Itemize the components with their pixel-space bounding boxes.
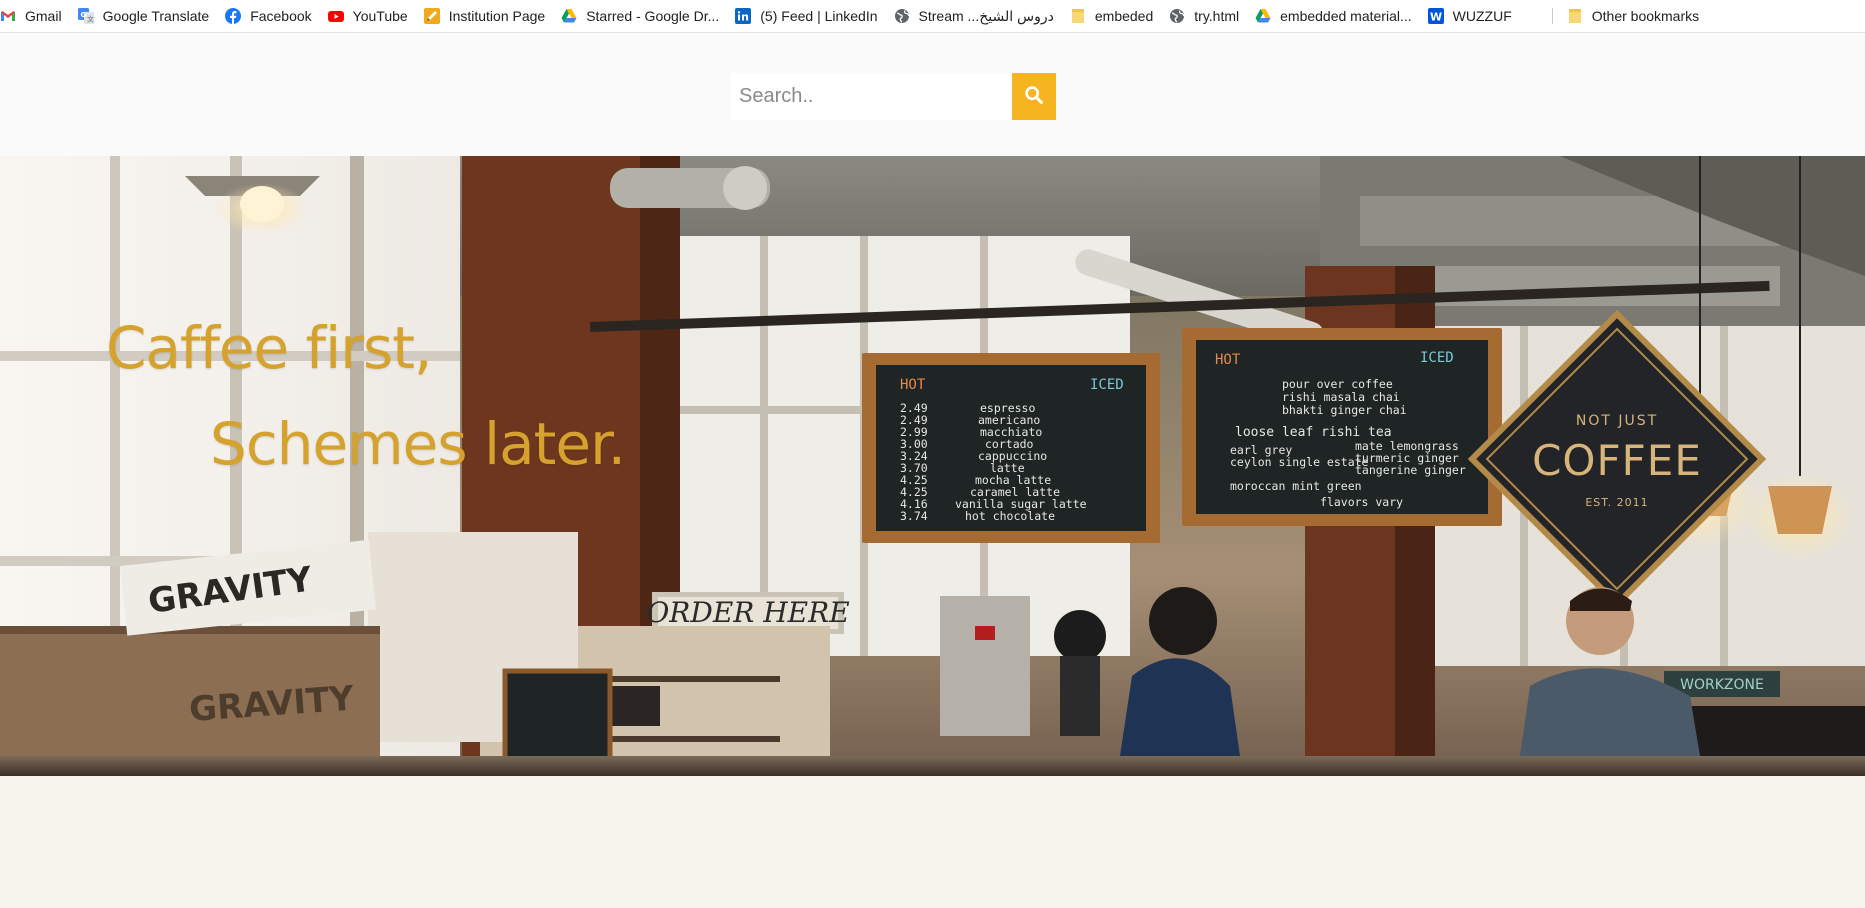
gmail-icon (0, 8, 16, 24)
hero-headline-line1: Caffee first, (106, 314, 432, 382)
bookmark-label: Google Translate (102, 8, 210, 24)
svg-text:G: G (80, 11, 86, 19)
svg-text:文: 文 (87, 15, 94, 24)
svg-text:ICED: ICED (1420, 350, 1454, 366)
hero-headline-line2: Schemes later. (210, 410, 626, 478)
globe-icon (1169, 8, 1185, 24)
bookmark-embeded[interactable]: embeded (1064, 2, 1163, 30)
hero-section: HOT ICED espresso americano macchiato co… (0, 156, 1865, 908)
youtube-icon (327, 8, 344, 24)
search-button[interactable] (1012, 73, 1056, 120)
svg-text:pour over coffee: pour over coffee (1282, 377, 1393, 391)
svg-text:HOT: HOT (900, 377, 926, 393)
bookmark-label: Facebook (250, 8, 312, 24)
svg-text:NOT JUST: NOT JUST (1576, 413, 1658, 429)
svg-text:loose leaf rishi tea: loose leaf rishi tea (1235, 425, 1392, 440)
folder-icon (1070, 8, 1086, 24)
search-icon (1024, 85, 1044, 108)
bookmark-label: try.html (1194, 8, 1240, 24)
svg-text:WORKZONE: WORKZONE (1680, 677, 1764, 693)
site-header (0, 33, 1865, 156)
bookmark-label: Other bookmarks (1591, 8, 1700, 24)
google-drive-icon (1255, 8, 1271, 24)
svg-text:HOT: HOT (1215, 352, 1241, 368)
bookmark-label: embeded (1094, 8, 1154, 24)
bookmark-label: Stream ...دروس الشيخ (918, 8, 1054, 24)
bookmark-label: Starred - Google Dr... (586, 8, 720, 24)
bookmarks-separator (1551, 8, 1553, 24)
svg-text:W: W (1430, 11, 1442, 24)
wuzzuf-icon: W (1427, 8, 1444, 24)
svg-text:EST. 2011: EST. 2011 (1585, 496, 1648, 509)
bookmark-label: YouTube (352, 8, 408, 24)
bookmark-starred-google-drive[interactable]: Starred - Google Dr... (555, 2, 729, 30)
bookmark-other-bookmarks[interactable]: Other bookmarks (1561, 2, 1709, 30)
svg-text:ORDER HERE: ORDER HERE (646, 596, 849, 629)
svg-text:ICED: ICED (1090, 377, 1124, 393)
bookmark-label: embedded material... (1280, 8, 1412, 24)
bookmark-google-translate[interactable]: G文 Google Translate (72, 2, 220, 30)
bookmark-facebook[interactable]: Facebook (219, 2, 321, 30)
bookmark-label: (5) Feed | LinkedIn (760, 8, 878, 24)
svg-text:rishi masala chai: rishi masala chai (1282, 390, 1400, 404)
svg-text:moroccan mint green: moroccan mint green (1230, 479, 1362, 493)
svg-text:flavors vary: flavors vary (1320, 495, 1403, 509)
linkedin-icon (735, 8, 752, 24)
bookmark-wuzzuf[interactable]: W WUZZUF (1422, 2, 1522, 30)
search-input[interactable] (731, 73, 1012, 120)
google-translate-icon: G文 (77, 8, 94, 24)
bookmark-label: WUZZUF (1452, 8, 1512, 24)
svg-text:hot chocolate: hot chocolate (965, 509, 1055, 523)
bookmark-youtube[interactable]: YouTube (322, 2, 418, 30)
svg-text:ceylon single estate: ceylon single estate (1230, 455, 1369, 469)
svg-text:COFFEE: COFFEE (1532, 436, 1702, 485)
bookmark-linkedin[interactable]: (5) Feed | LinkedIn (729, 2, 887, 30)
search-form (731, 73, 1056, 120)
globe-icon (894, 8, 910, 24)
coffee-shop-photo: HOT ICED espresso americano macchiato co… (0, 156, 1865, 908)
folder-icon (1567, 8, 1583, 24)
svg-text:tangerine ginger: tangerine ginger (1355, 463, 1466, 477)
pencil-page-icon (423, 8, 440, 24)
bookmark-stream[interactable]: Stream ...دروس الشيخ (888, 2, 1064, 30)
svg-text:3.74: 3.74 (900, 509, 928, 523)
bookmark-label: Institution Page (448, 8, 546, 24)
svg-text:bhakti ginger chai: bhakti ginger chai (1282, 403, 1407, 417)
bookmark-gmail[interactable]: Gmail (0, 2, 72, 30)
bookmark-embedded-material[interactable]: embedded material... (1249, 2, 1422, 30)
bookmark-institution-page[interactable]: Institution Page (418, 2, 556, 30)
bookmark-label: Gmail (25, 8, 62, 24)
facebook-icon (225, 8, 242, 24)
google-drive-icon (561, 8, 577, 24)
bookmarks-bar: Gmail G文 Google Translate Facebook YouTu… (0, 0, 1865, 33)
bookmark-try-html[interactable]: try.html (1163, 2, 1249, 30)
